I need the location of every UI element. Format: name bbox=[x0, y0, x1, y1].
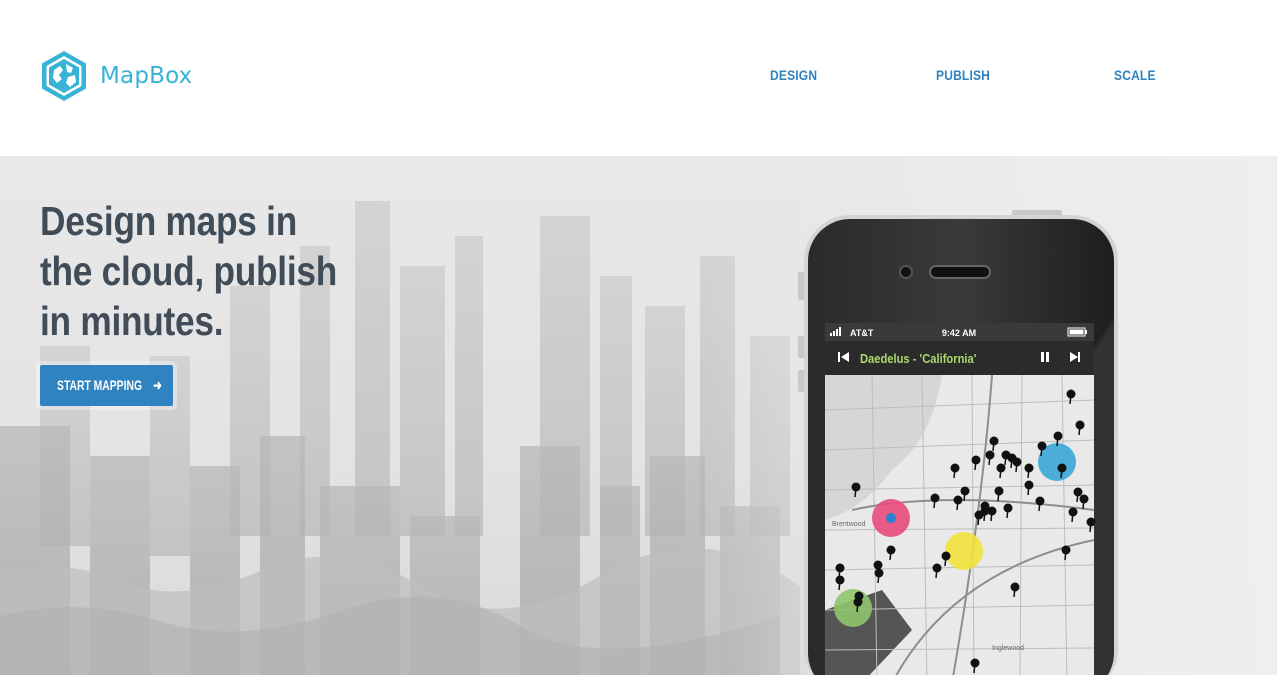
start-mapping-button[interactable]: START MAPPING ➜ bbox=[40, 365, 173, 406]
brand-name: MapBox bbox=[100, 63, 193, 89]
carrier-label: AT&T bbox=[850, 328, 874, 338]
phone-screen: AT&T 9:42 AM Daedelus - 'California' Bre… bbox=[824, 323, 1096, 675]
mapbox-logo-icon bbox=[42, 51, 86, 101]
nav-scale-link[interactable]: SCALE bbox=[1114, 67, 1156, 83]
nav-publish-link[interactable]: PUBLISH bbox=[936, 67, 990, 83]
hero-headline: Design maps in the cloud, publish in min… bbox=[40, 198, 338, 344]
green-cluster-marker[interactable] bbox=[834, 589, 872, 627]
map-view[interactable]: Brentwood Inglewood bbox=[824, 374, 1096, 675]
status-time: 9:42 AM bbox=[942, 328, 976, 338]
nav-design-link[interactable]: DESIGN bbox=[770, 67, 817, 83]
start-mapping-label: START MAPPING bbox=[57, 377, 143, 393]
iphone-mockup: AT&T 9:42 AM Daedelus - 'California' Bre… bbox=[798, 210, 1118, 675]
site-header: MapBox DESIGN PUBLISH SCALE bbox=[0, 0, 1277, 156]
yellow-cluster-marker[interactable] bbox=[945, 532, 983, 570]
map-label-inglewood: Inglewood bbox=[992, 645, 1024, 652]
arrow-right-icon: ➜ bbox=[153, 377, 162, 393]
hero-section: Design maps in the cloud, publish in min… bbox=[0, 156, 1277, 675]
now-playing-title: Daedelus - 'California' bbox=[860, 351, 976, 366]
logo[interactable]: MapBox bbox=[40, 50, 193, 102]
map-label-brentwood: Brentwood bbox=[832, 521, 866, 528]
